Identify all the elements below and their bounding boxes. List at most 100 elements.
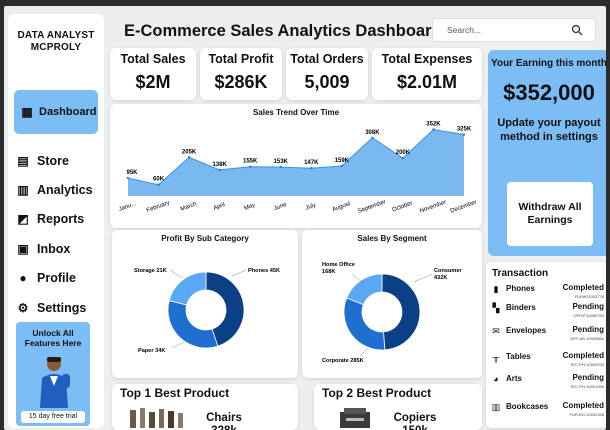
sidebar-item-label: Dashboard <box>39 106 97 118</box>
promo-trial-badge[interactable]: 15 day free trial <box>21 411 85 423</box>
transaction-name: Binders <box>506 303 536 312</box>
slice-label: Corporate 285K <box>322 358 364 364</box>
kpi-card-total-expenses: Total Expenses $2.01M <box>372 48 482 100</box>
transaction-id: OFF-AR-10003853 <box>569 336 604 341</box>
sales-trend-chart: 95K 60K 205K 138K 155K 153K 147K 159K 308K 200K 35… <box>118 122 478 215</box>
dashboard-icon: ▦ <box>21 105 33 119</box>
transaction-id: TEC-PH-10002033 <box>569 362 604 367</box>
envelope-icon: ✉ <box>492 326 500 336</box>
sales-trend-card: Sales Trend Over Time 95K 60K 205K 138K 155K… <box>110 104 482 228</box>
x-tick-label: December <box>450 200 478 215</box>
donut-slice <box>167 300 219 349</box>
product-name-value: Chairs 328k <box>204 412 244 430</box>
sales-point <box>248 165 252 168</box>
kpi-label: Total Expenses <box>381 52 473 66</box>
search-input[interactable]: Search... <box>432 18 596 42</box>
data-label: 205K <box>182 149 197 155</box>
leader-line <box>359 347 369 357</box>
withdraw-button[interactable]: Withdraw All Earnings <box>507 182 593 246</box>
kpi-value: $286K <box>214 72 268 92</box>
profile-icon: ● <box>19 271 27 285</box>
promo-card[interactable]: Unlock All Features Here 15 day free tri… <box>16 322 90 426</box>
product-name: Chairs <box>206 412 242 424</box>
sales-point <box>432 128 435 131</box>
kpi-value: $2.01M <box>396 72 458 92</box>
donut-slice <box>346 273 383 306</box>
kpi-label: Total Sales <box>120 52 186 66</box>
sales-point <box>279 165 282 169</box>
profit-subcategory-card: Profit By Sub Category Phones 45K Paper 3… <box>112 230 298 378</box>
transaction-row[interactable]: ✉ Envelopes Pending OFF-AR-10003853 <box>490 325 604 350</box>
slice-label: Paper 34K <box>138 348 165 354</box>
brand-line2: MCPROLY <box>30 42 82 53</box>
sales-point <box>218 168 221 172</box>
leader-line <box>231 269 247 277</box>
product-name: Copiers <box>393 412 437 424</box>
data-label: 159K <box>335 158 350 164</box>
profit-subcategory-chart: Phones 45K Paper 34K Storage 21K <box>134 268 280 354</box>
sales-point <box>340 164 344 168</box>
transaction-status: Completed <box>562 283 604 292</box>
x-tick-label: August <box>332 201 352 213</box>
sidebar-item-dashboard[interactable]: ▦ Dashboard <box>14 90 98 134</box>
page-title: E-Commerce Sales Analytics Dashboard <box>124 22 442 40</box>
slice-label: Phones 45K <box>248 268 280 274</box>
sidebar-item-analytics[interactable]: ▥ Analytics <box>14 177 98 203</box>
gear-icon: ⚙ <box>17 301 29 315</box>
slice-label: 168K <box>322 269 335 275</box>
dashboard-frame: DATA ANALYST MCPROLY ▦ Dashboard ▤ Store… <box>4 6 606 430</box>
kpi-label: Total Profit <box>208 52 274 66</box>
search-icon[interactable] <box>571 24 583 36</box>
leader-line <box>413 273 433 283</box>
sidebar-item-profile[interactable]: ● Profile <box>14 265 98 291</box>
sidebar-item-store[interactable]: ▤ Store <box>14 148 98 174</box>
transaction-name: Arts <box>506 374 523 383</box>
slice-label: 432K <box>434 275 447 281</box>
data-label: 155K <box>243 159 258 165</box>
transaction-row[interactable]: ◕ Arts Pending TEC-PH-10001949 <box>490 373 604 398</box>
sales-segment-card: Sales By Segment Consumer 432K Corporate 2… <box>302 230 482 378</box>
sidebar-item-reports[interactable]: ◩ Reports <box>14 206 98 232</box>
transaction-name: Envelopes <box>506 326 547 335</box>
promo-person-illustration <box>40 357 70 408</box>
transactions-card: Transaction ▮ Phones Completed FUR8O1003… <box>486 262 606 428</box>
x-tick-label: February <box>146 200 171 214</box>
top-product-2-card: Top 2 Best Product Copiers 150k <box>314 384 482 430</box>
copier-icon <box>340 408 370 428</box>
product-value: 328k <box>204 425 244 430</box>
product-label: Top 2 Best Product <box>322 386 432 400</box>
transaction-row[interactable]: ▥ Bookcases Completed FUR-BO-10002348 <box>490 401 604 426</box>
bookcase-icon: ▥ <box>491 402 501 412</box>
data-label: 352K <box>426 122 441 128</box>
sidebar: DATA ANALYST MCPROLY ▦ Dashboard ▤ Store… <box>8 14 104 428</box>
sales-area <box>128 129 464 196</box>
x-tick-label: July <box>305 202 317 211</box>
data-label: 138K <box>212 162 227 168</box>
top-product-1-card: Top 1 Best Product Chairs 328k <box>112 384 298 430</box>
transaction-row[interactable]: ▚ Binders Pending OFF8T10050763 <box>490 302 604 327</box>
inbox-icon: ▣ <box>17 242 29 256</box>
transaction-status: Pending <box>572 325 604 334</box>
reports-icon: ◩ <box>17 212 29 226</box>
donut-slice <box>381 273 421 351</box>
sidebar-item-settings[interactable]: ⚙ Settings <box>14 295 98 321</box>
sales-point <box>462 133 466 136</box>
data-label: 95K <box>126 170 138 176</box>
sidebar-item-label: Settings <box>37 301 87 315</box>
data-label: 147K <box>304 160 319 166</box>
transaction-id: OFF8T10050763 <box>573 313 604 318</box>
binders-icon: ▚ <box>492 303 500 313</box>
transactions-title: Transaction <box>492 268 549 279</box>
x-tick-label: April <box>213 202 226 212</box>
product-label: Top 1 Best Product <box>120 386 230 400</box>
sidebar-item-label: Reports <box>37 212 85 226</box>
leader-line <box>169 269 183 279</box>
data-label: 200K <box>396 150 411 156</box>
kpi-value: 5,009 <box>304 72 350 92</box>
sidebar-item-inbox[interactable]: ▣ Inbox <box>14 236 98 262</box>
earning-card: Your Earning this month $352,000 Update … <box>488 50 606 256</box>
kpi-card-total-sales: Total Sales $2M <box>110 48 196 100</box>
sales-point <box>126 176 130 180</box>
sidebar-item-label: Inbox <box>37 242 71 256</box>
kpi-value: $2M <box>135 72 171 92</box>
